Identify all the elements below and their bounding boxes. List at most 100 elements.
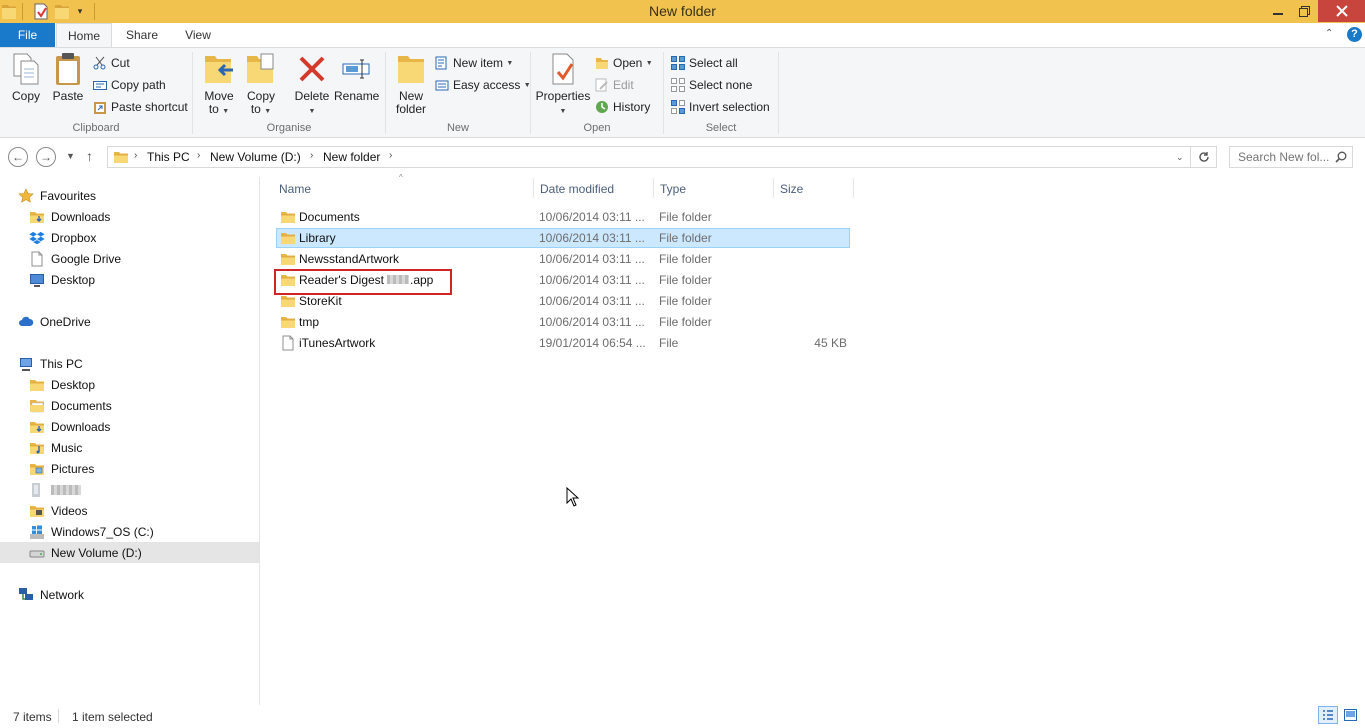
- up-button[interactable]: ↑: [86, 148, 93, 164]
- chevron-right-icon: ›: [197, 150, 201, 161]
- file-row[interactable]: tmp 10/06/2014 03:11 ... File folder: [276, 312, 850, 332]
- nav-drive-d[interactable]: New Volume (D:): [0, 542, 259, 563]
- selection-count: 1 item selected: [72, 710, 153, 724]
- minimize-button[interactable]: [1265, 0, 1291, 22]
- windows-drive-icon: [30, 525, 44, 539]
- close-button[interactable]: [1318, 0, 1365, 22]
- nav-pc-desktop[interactable]: Desktop: [29, 374, 95, 395]
- breadcrumb-this-pc[interactable]: This PC: [147, 150, 190, 164]
- file-icon: [280, 335, 296, 351]
- documents-folder-icon: [29, 398, 45, 414]
- properties-button[interactable]: Properties ▼: [535, 52, 591, 118]
- network-icon: [19, 587, 33, 600]
- file-row[interactable]: NewsstandArtwork 10/06/2014 03:11 ... Fi…: [276, 249, 850, 269]
- nav-dropbox[interactable]: Dropbox: [29, 227, 96, 248]
- nav-network[interactable]: Network: [18, 584, 84, 605]
- open-button[interactable]: Open ▼: [595, 53, 653, 73]
- back-button[interactable]: ←: [8, 147, 28, 167]
- downloads-folder-icon: [29, 419, 45, 435]
- new-folder-icon: [398, 56, 424, 83]
- item-count: 7 items: [13, 710, 52, 724]
- edit-button[interactable]: Edit: [595, 75, 634, 95]
- close-icon: [1335, 5, 1348, 17]
- column-name[interactable]: Name: [279, 182, 311, 196]
- nav-pc-redacted[interactable]: [29, 479, 81, 500]
- paste-button[interactable]: Paste: [49, 52, 87, 103]
- column-type[interactable]: Type: [660, 182, 686, 196]
- refresh-button[interactable]: [1191, 146, 1217, 168]
- copy-path-icon: [93, 81, 107, 90]
- restore-button[interactable]: [1291, 0, 1317, 22]
- nav-fav-desktop[interactable]: Desktop: [29, 269, 95, 290]
- nav-pc-videos[interactable]: Videos: [29, 500, 87, 521]
- mouse-cursor-icon: [566, 487, 580, 507]
- forward-button[interactable]: →: [36, 147, 56, 167]
- copy-icon: [13, 53, 39, 85]
- new-folder-button[interactable]: New folder: [392, 52, 430, 116]
- tab-home[interactable]: Home: [56, 23, 112, 48]
- nav-pc-downloads[interactable]: Downloads: [29, 416, 110, 437]
- videos-folder-icon: [29, 503, 45, 519]
- nav-google-drive[interactable]: Google Drive: [29, 248, 121, 269]
- copy-path-button[interactable]: Copy path: [93, 75, 166, 95]
- tab-share[interactable]: Share: [114, 23, 170, 47]
- column-size[interactable]: Size: [780, 182, 803, 196]
- minimize-ribbon-icon[interactable]: ⌃: [1325, 28, 1333, 39]
- device-icon: [32, 482, 40, 497]
- select-none-button[interactable]: Select none: [671, 75, 752, 95]
- easy-access-button[interactable]: Easy access ▼: [435, 75, 531, 95]
- folder-icon: [280, 314, 296, 330]
- tab-view[interactable]: View: [170, 23, 226, 47]
- search-box[interactable]: [1229, 146, 1353, 168]
- new-item-icon: [435, 56, 447, 70]
- onedrive-cloud-icon: [19, 316, 34, 326]
- history-button[interactable]: History: [595, 97, 650, 117]
- select-all-button[interactable]: Select all: [671, 53, 738, 73]
- new-group-label: New: [446, 122, 469, 134]
- address-bar[interactable]: › This PC › New Volume (D:) › New folder…: [107, 146, 1191, 168]
- chevron-right-icon: ›: [389, 150, 393, 161]
- search-input[interactable]: [1230, 147, 1330, 167]
- nav-pc-pictures[interactable]: Pictures: [29, 458, 94, 479]
- large-icons-view-button[interactable]: [1340, 706, 1360, 724]
- breadcrumb-new-volume[interactable]: New Volume (D:): [210, 150, 301, 164]
- rename-button[interactable]: Rename: [334, 52, 379, 103]
- nav-fav-downloads[interactable]: Downloads: [29, 206, 110, 227]
- move-to-button[interactable]: Move to ▼: [201, 52, 237, 118]
- paste-shortcut-button[interactable]: Paste shortcut: [93, 97, 188, 117]
- title-bar: ▾ New folder: [0, 0, 1365, 23]
- nav-this-pc[interactable]: This PC: [18, 353, 83, 374]
- address-dropdown-icon[interactable]: ⌄: [1176, 152, 1184, 163]
- nav-onedrive[interactable]: OneDrive: [18, 311, 91, 332]
- move-to-icon: [205, 56, 233, 83]
- invert-selection-button[interactable]: Invert selection: [671, 97, 770, 117]
- select-all-icon: [671, 56, 685, 70]
- nav-pc-music[interactable]: Music: [29, 437, 82, 458]
- nav-favourites[interactable]: Favourites: [18, 185, 96, 206]
- details-view-button[interactable]: [1318, 706, 1338, 724]
- edit-icon: [595, 78, 608, 92]
- delete-button[interactable]: Delete ▼: [292, 52, 332, 118]
- breadcrumb-new-folder[interactable]: New folder: [323, 150, 380, 164]
- recent-locations-icon[interactable]: ▼: [66, 151, 75, 161]
- help-icon[interactable]: ?: [1347, 27, 1362, 42]
- navigation-pane: Favourites Downloads Dropbox Google Driv…: [0, 177, 260, 705]
- file-row[interactable]: iTunesArtwork 19/01/2014 06:54 ... File …: [276, 333, 850, 353]
- sort-ascending-icon: ^: [399, 173, 403, 182]
- hard-drive-icon: [29, 550, 45, 557]
- nav-drive-c[interactable]: Windows7_OS (C:): [29, 521, 154, 542]
- new-item-button[interactable]: New item ▼: [435, 53, 513, 73]
- folder-icon: [113, 149, 129, 165]
- column-date-modified[interactable]: Date modified: [540, 182, 614, 196]
- tab-file[interactable]: File: [0, 23, 55, 47]
- file-row[interactable]: Documents 10/06/2014 03:11 ... File fold…: [276, 207, 850, 227]
- status-bar: 7 items 1 item selected: [0, 705, 1365, 728]
- organise-group-label: Organise: [266, 122, 312, 134]
- cut-button[interactable]: Cut: [93, 53, 130, 73]
- nav-pc-documents[interactable]: Documents: [29, 395, 112, 416]
- file-row-selected[interactable]: Library 10/06/2014 03:11 ... File folder: [276, 228, 850, 248]
- details-view-icon: [1323, 710, 1333, 720]
- copy-button[interactable]: Copy: [7, 52, 45, 103]
- chevron-right-icon: ›: [310, 150, 314, 161]
- copy-to-button[interactable]: Copy to ▼: [243, 52, 279, 118]
